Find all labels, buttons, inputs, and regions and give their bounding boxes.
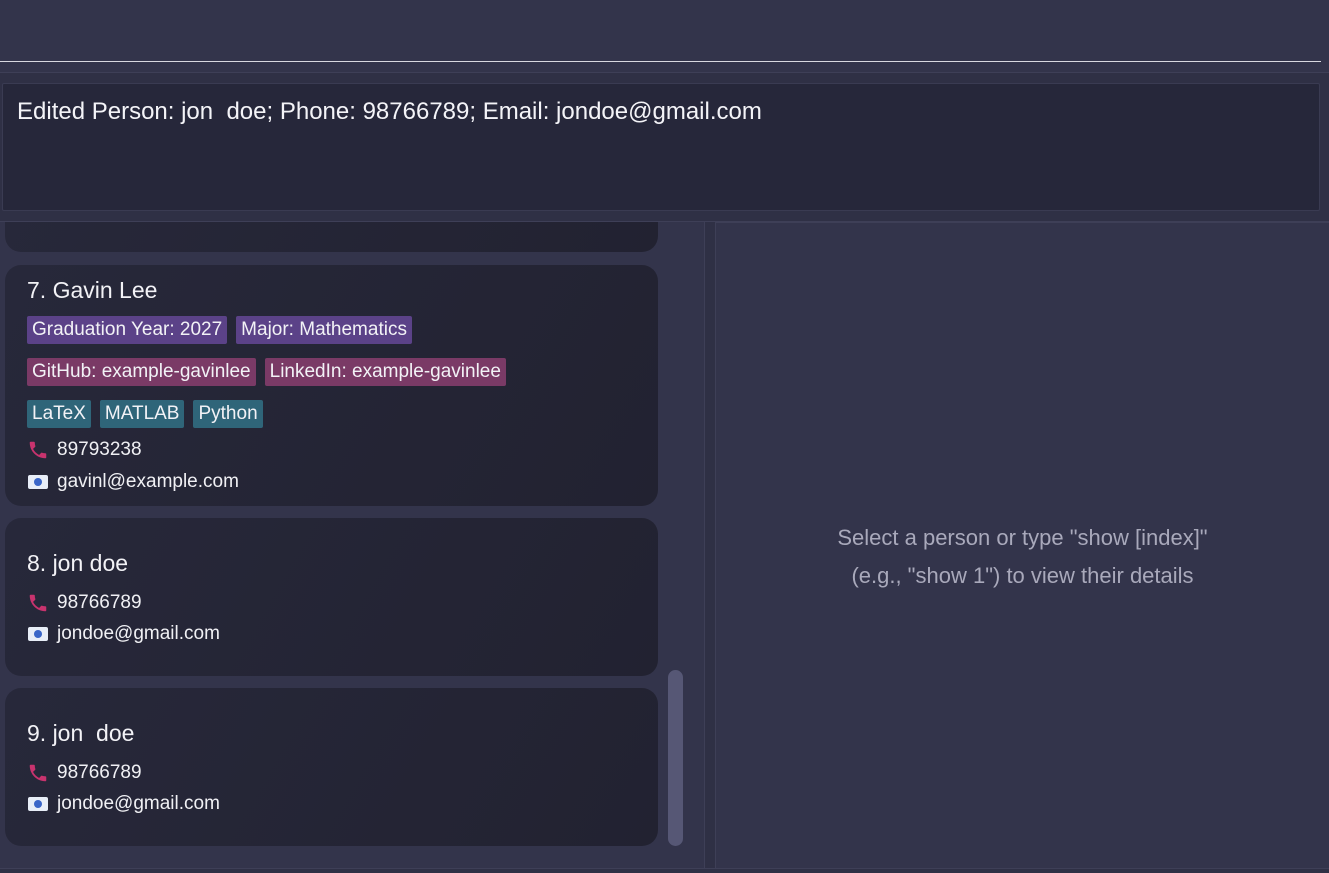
person-list-panel[interactable]: 7. Gavin Lee Graduation Year: 2027 Major… [0,222,704,868]
phone-row: 98766789 [27,592,142,614]
tag: LaTeX [27,400,91,428]
email-address: jondoe@gmail.com [57,793,220,814]
email-address: gavinl@example.com [57,471,239,492]
email-row: jondoe@gmail.com [27,623,220,645]
person-name: 9. jon doe [27,720,135,746]
phone-icon [29,594,47,612]
tag-row: GitHub: example-gavinlee LinkedIn: examp… [27,358,506,386]
command-input[interactable] [0,0,1321,62]
phone-number: 89793238 [57,439,142,460]
phone-number: 98766789 [57,592,142,613]
result-display[interactable]: Edited Person: jon doe; Phone: 98766789;… [2,83,1320,211]
command-area [0,0,1329,72]
detail-placeholder: Select a person or type "show [index]" (… [716,519,1329,595]
phone-row: 98766789 [27,762,142,784]
tag: Graduation Year: 2027 [27,316,228,344]
email-icon [28,797,48,811]
email-address: jondoe@gmail.com [57,623,220,644]
person-card[interactable]: 8. jon doe 98766789 jondoe@gmail.com [5,518,658,676]
phone-row: 89793238 [27,439,142,461]
person-name: 7. Gavin Lee [27,277,158,303]
placeholder-line: (e.g., "show 1") to view their details [851,563,1194,588]
tag: MATLAB [99,400,185,428]
tag: Python [193,400,263,428]
panel-divider[interactable] [704,222,716,868]
person-card[interactable]: 9. jon doe 98766789 jondoe@gmail.com [5,688,658,846]
person-card-partial[interactable] [5,222,658,252]
tag-row: Graduation Year: 2027 Major: Mathematics [27,316,412,344]
placeholder-line: Select a person or type "show [index]" [837,525,1208,550]
phone-icon [29,764,47,782]
email-icon [28,475,48,489]
email-row: gavinl@example.com [27,471,239,493]
tag: LinkedIn: example-gavinlee [264,358,506,386]
person-card[interactable]: 7. Gavin Lee Graduation Year: 2027 Major… [5,265,658,506]
result-display-area: Edited Person: jon doe; Phone: 98766789;… [0,72,1329,222]
phone-icon [29,441,47,459]
status-bar [0,868,1329,873]
phone-number: 98766789 [57,762,142,783]
person-detail-panel: Select a person or type "show [index]" (… [716,222,1329,868]
result-text: Edited Person: jon doe; Phone: 98766789;… [17,98,762,125]
tag-row: LaTeX MATLAB Python [27,400,263,428]
list-scrollbar-thumb[interactable] [668,670,683,846]
email-row: jondoe@gmail.com [27,793,220,815]
person-name: 8. jon doe [27,550,129,576]
email-icon [28,627,48,641]
tag: Major: Mathematics [236,316,412,344]
tag: GitHub: example-gavinlee [27,358,256,386]
